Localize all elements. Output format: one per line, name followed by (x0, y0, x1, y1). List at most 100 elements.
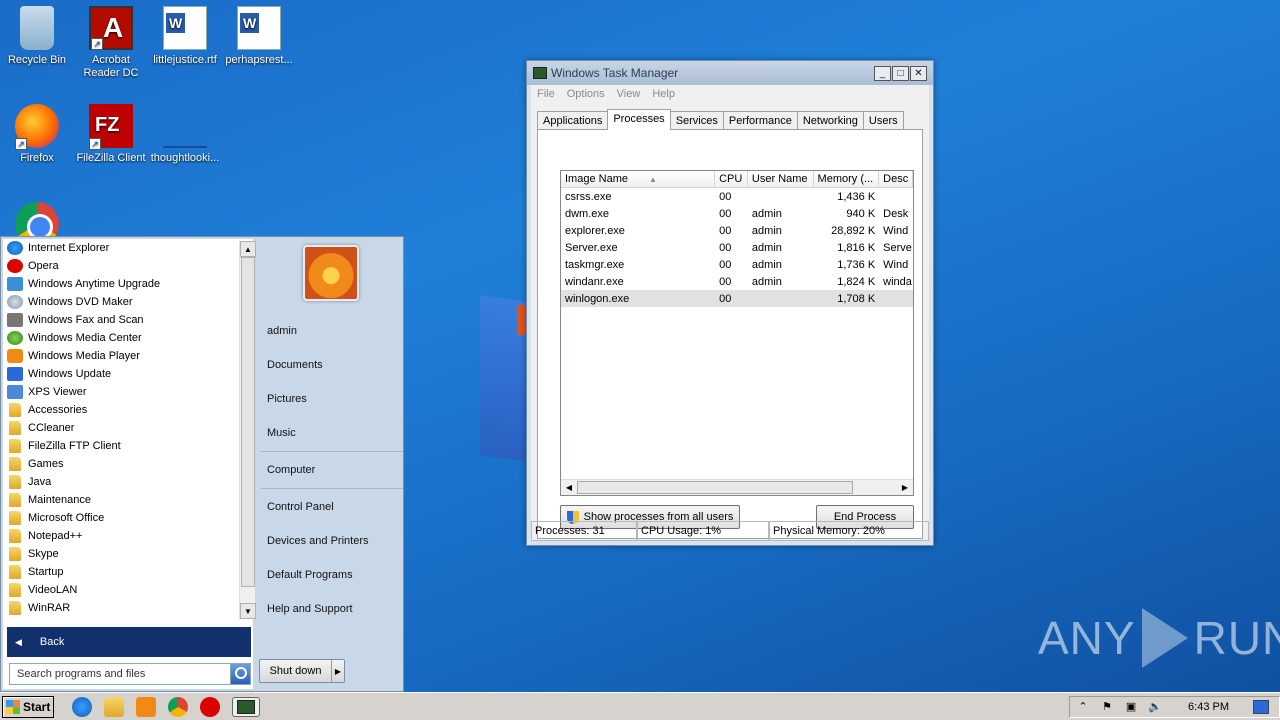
desktop-icon-littlejustice[interactable]: littlejustice.rtf (148, 6, 222, 67)
search-input[interactable]: Search programs and files (10, 668, 230, 680)
program-item[interactable]: XPS Viewer (3, 383, 239, 401)
tab-processes[interactable]: Processes (607, 109, 671, 130)
cell-name: Server.exe (565, 241, 618, 254)
process-list[interactable]: Image Name ▲ CPU User Name Memory (... D… (560, 170, 914, 496)
desktop-icon-acrobat[interactable]: ↗ Acrobat Reader DC (74, 6, 148, 80)
tab-services[interactable]: Services (669, 111, 724, 130)
program-item[interactable]: Microsoft Office (3, 509, 239, 527)
tab-strip: Applications Processes Services Performa… (537, 109, 904, 130)
desktop-icon-perhapsrest[interactable]: perhapsrest... (222, 6, 296, 67)
program-item[interactable]: Skype (3, 545, 239, 563)
chrome-icon[interactable] (168, 696, 188, 717)
scrollbar-thumb[interactable] (577, 481, 853, 494)
program-item[interactable]: Windows Media Player (3, 347, 239, 365)
action-center-flag-icon[interactable]: ⚑ (1100, 700, 1114, 714)
table-row[interactable]: winlogon.exe 00 1,708 K (561, 290, 913, 307)
tab-applications[interactable]: Applications (537, 111, 609, 130)
program-item[interactable]: Windows Fax and Scan (3, 311, 239, 329)
program-item[interactable]: Java (3, 473, 239, 491)
scroll-left-icon[interactable]: ◀ (561, 480, 577, 495)
desktop-icon-firefox[interactable]: ↗ Firefox (0, 104, 74, 165)
program-item[interactable]: WinRAR (3, 599, 239, 617)
folder-icon (9, 493, 21, 507)
link-default-programs[interactable]: Default Programs (267, 569, 353, 581)
link-pictures[interactable]: Pictures (267, 393, 307, 405)
link-control-panel[interactable]: Control Panel (267, 501, 334, 513)
explorer-folder-icon[interactable] (104, 696, 124, 717)
scroll-right-icon[interactable]: ▶ (897, 480, 913, 495)
table-row[interactable]: csrss.exe 00 1,436 K (561, 188, 913, 205)
media-player-icon[interactable] (136, 696, 156, 717)
menu-file[interactable]: File (537, 88, 555, 100)
task-manager-taskbar-button[interactable] (232, 696, 260, 717)
program-item[interactable]: Windows Media Center (3, 329, 239, 347)
tab-performance[interactable]: Performance (722, 111, 798, 130)
show-desktop-button[interactable] (1253, 699, 1269, 714)
table-row[interactable]: Server.exe 00 admin 1,816 K Serve (561, 239, 913, 256)
column-description[interactable]: Desc (879, 171, 913, 188)
column-image-name[interactable]: Image Name ▲ (561, 171, 716, 188)
program-item[interactable]: Notepad++ (3, 527, 239, 545)
menu-options[interactable]: Options (567, 88, 605, 100)
close-button[interactable]: ✕ (910, 65, 927, 81)
link-documents[interactable]: Documents (267, 359, 323, 371)
clock[interactable]: 6:43 PM (1188, 701, 1229, 713)
table-row[interactable]: explorer.exe 00 admin 28,892 K Wind (561, 222, 913, 239)
program-item[interactable]: Maintenance (3, 491, 239, 509)
link-music[interactable]: Music (267, 427, 296, 439)
volume-icon[interactable]: 🔈 (1148, 700, 1162, 714)
tab-users[interactable]: Users (862, 111, 904, 130)
opera-icon[interactable] (200, 696, 220, 717)
menu-view[interactable]: View (617, 88, 641, 100)
title-bar[interactable]: Windows Task Manager _ □ ✕ (527, 61, 933, 85)
cell-mem: 940 K (846, 207, 876, 220)
column-user-name[interactable]: User Name (748, 171, 814, 188)
back-button[interactable]: ◀ Back (7, 627, 251, 657)
link-admin[interactable]: admin (267, 325, 297, 337)
program-item[interactable]: Internet Explorer (3, 239, 239, 257)
scrollbar-thumb[interactable] (241, 257, 255, 587)
program-label: Games (28, 458, 64, 470)
search-icon[interactable] (230, 664, 250, 684)
show-hidden-icons-icon[interactable]: ⌃ (1076, 700, 1090, 714)
table-row[interactable]: dwm.exe 00 admin 940 K Desk (561, 205, 913, 222)
program-item[interactable]: VideoLAN (3, 581, 239, 599)
network-icon[interactable]: ▣ (1124, 700, 1138, 714)
horizontal-scrollbar[interactable]: ◀ ▶ (561, 479, 913, 495)
program-item[interactable]: Windows Update (3, 365, 239, 383)
internet-explorer-icon[interactable] (72, 696, 92, 717)
desktop-icon-recycle-bin[interactable]: Recycle Bin (0, 6, 74, 67)
program-item[interactable]: Windows Anytime Upgrade (3, 275, 239, 293)
link-devices-and-printers[interactable]: Devices and Printers (267, 535, 369, 547)
program-item[interactable]: Startup (3, 563, 239, 581)
tab-networking[interactable]: Networking (796, 111, 864, 130)
search-box[interactable]: Search programs and files (9, 663, 251, 685)
status-processes: Processes: 31 (531, 521, 637, 541)
column-cpu[interactable]: CPU (715, 171, 748, 188)
desktop-icon-filezilla[interactable]: ↗ FileZilla Client (74, 104, 148, 165)
scroll-up-icon[interactable]: ▲ (240, 241, 256, 257)
program-item[interactable]: FileZilla FTP Client (3, 437, 239, 455)
start-button[interactable]: Start (2, 695, 54, 718)
recycle-bin-icon (20, 6, 54, 50)
link-computer[interactable]: Computer (267, 464, 315, 476)
link-help-and-support[interactable]: Help and Support (267, 603, 353, 615)
maximize-button[interactable]: □ (892, 65, 909, 81)
program-item[interactable]: Games (3, 455, 239, 473)
user-avatar[interactable] (303, 245, 359, 301)
table-row[interactable]: windanr.exe 00 admin 1,824 K winda (561, 273, 913, 290)
program-item[interactable]: Windows DVD Maker (3, 293, 239, 311)
shutdown-options-arrow-icon[interactable]: ▶ (332, 660, 344, 682)
program-item[interactable]: Opera (3, 257, 239, 275)
shutdown-button[interactable]: Shut down (260, 660, 332, 682)
program-item[interactable]: CCleaner (3, 419, 239, 437)
dvd-icon (7, 295, 23, 309)
table-row[interactable]: taskmgr.exe 00 admin 1,736 K Wind (561, 256, 913, 273)
minimize-button[interactable]: _ (874, 65, 891, 81)
programs-scrollbar[interactable]: ▲ ▼ (239, 241, 256, 619)
desktop-icon-thoughtlooki[interactable]: thoughtlooki... (148, 104, 222, 165)
program-item[interactable]: Accessories (3, 401, 239, 419)
column-memory[interactable]: Memory (... (814, 171, 880, 188)
menu-help[interactable]: Help (652, 88, 675, 100)
scroll-down-icon[interactable]: ▼ (240, 603, 256, 619)
